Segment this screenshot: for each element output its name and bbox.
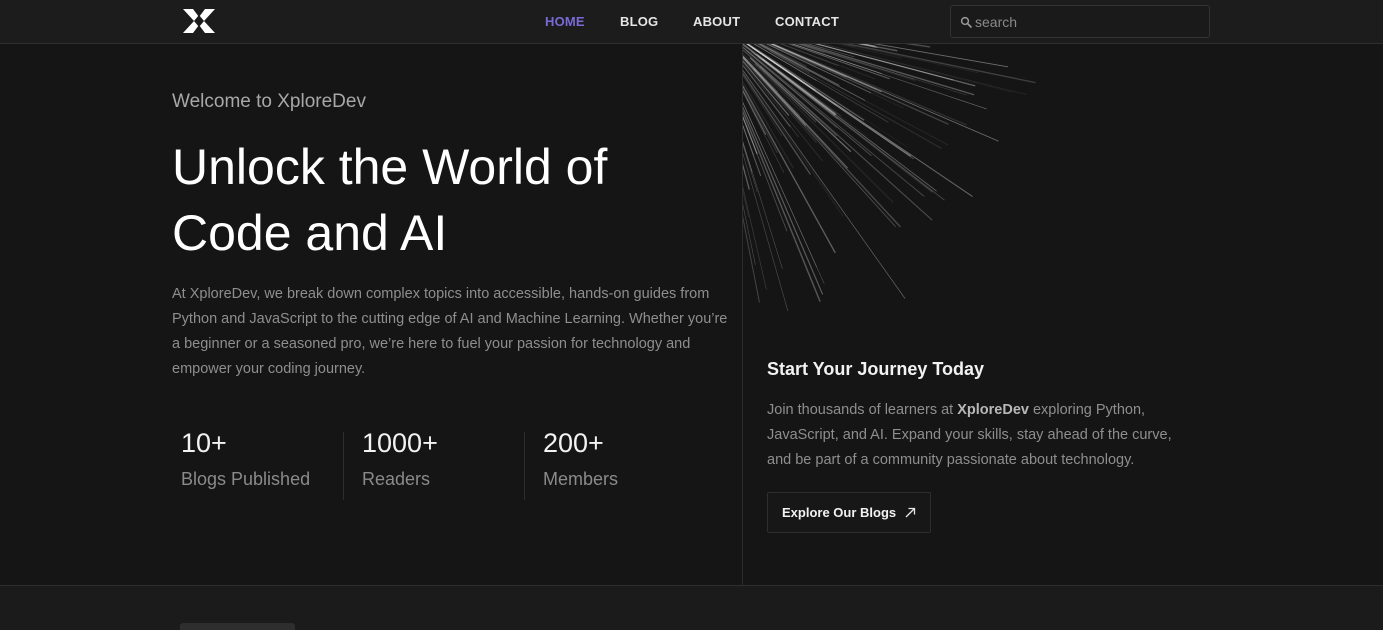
stat-members: 200+ Members: [543, 428, 618, 500]
card-title: Start Your Journey Today: [767, 359, 985, 379]
stat-blogs: 10+ Blogs Published: [181, 428, 310, 500]
nav-link-home[interactable]: HOME: [545, 14, 585, 29]
search-box[interactable]: [950, 5, 1210, 38]
stat-value: 200+: [543, 428, 604, 458]
card-text-brand: XploreDev: [957, 402, 1029, 418]
stat-value: 10+: [181, 428, 227, 458]
nav-link-about[interactable]: ABOUT: [693, 14, 740, 29]
nav-link-blog[interactable]: BLOG: [620, 14, 658, 29]
explore-blogs-button[interactable]: Explore Our Blogs: [767, 492, 931, 533]
light-streak: [743, 153, 789, 312]
headline-line-1: Unlock the World of: [172, 139, 608, 195]
light-streak: [768, 44, 949, 125]
nav-link-contact[interactable]: CONTACT: [775, 14, 839, 29]
x-logo-icon[interactable]: [180, 6, 218, 36]
search-input[interactable]: [975, 6, 1205, 37]
headline-line-2: Code and AI: [172, 205, 448, 261]
page: HOME BLOG ABOUT CONTACT Welcome to Xplor…: [0, 0, 1383, 630]
stat-divider: [343, 432, 344, 500]
welcome-text: Welcome to XploreDev: [172, 91, 366, 112]
light-burst-image: [743, 44, 1036, 312]
stat-label: Blogs Published: [181, 469, 311, 489]
hero-description: At XploreDev, we break down complex topi…: [172, 286, 728, 377]
explore-button-label: Explore Our Blogs: [782, 505, 897, 520]
hero-headline: Unlock the World of Code and AI: [172, 134, 732, 266]
stat-value: 1000+: [362, 428, 438, 458]
search-icon: [960, 16, 972, 28]
stat-label: Readers: [362, 469, 431, 489]
light-streak: [743, 69, 906, 299]
card-text: Join thousands of learners at XploreDev …: [767, 398, 1197, 473]
stat-readers: 1000+ Readers: [362, 428, 438, 500]
next-section-tab: [180, 623, 295, 630]
navbar: HOME BLOG ABOUT CONTACT: [0, 0, 1383, 44]
stat-divider: [524, 432, 525, 500]
card-text-start: Join thousands of learners at: [767, 402, 958, 418]
arrow-up-right-icon: [905, 507, 916, 518]
stat-label: Members: [543, 469, 619, 489]
